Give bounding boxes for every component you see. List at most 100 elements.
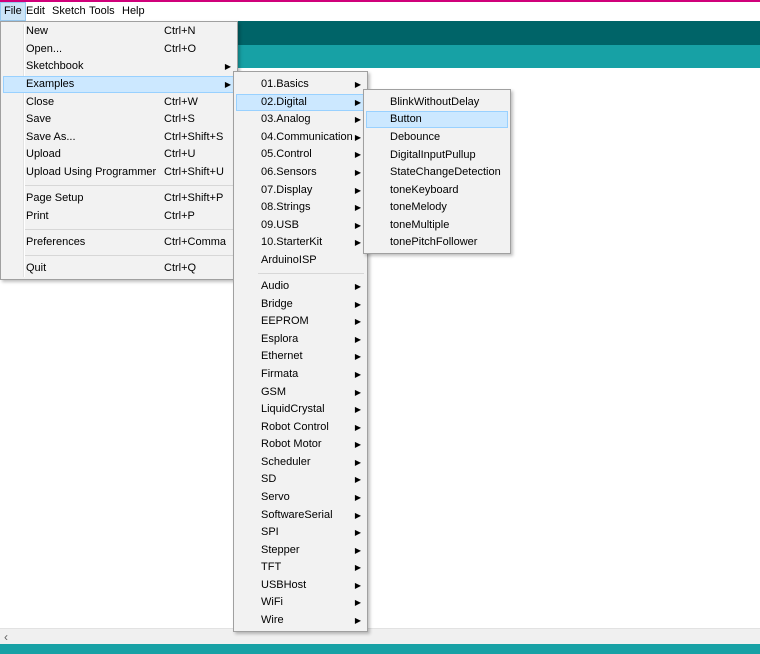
menu-item-quit[interactable]: Quit Ctrl+Q — [3, 260, 235, 277]
examples-item[interactable]: EEPROM ▶ — [236, 313, 365, 330]
examples-item[interactable]: SoftwareSerial ▶ — [236, 507, 365, 524]
examples-item[interactable]: ArduinoISP — [236, 252, 365, 269]
menu-item-print[interactable]: Print Ctrl+P — [3, 208, 235, 225]
menu-item-label: tonePitchFollower — [390, 236, 478, 248]
examples-item[interactable]: 02.Digital ▶ — [236, 94, 365, 111]
digital-example-item[interactable]: Button — [366, 111, 508, 128]
submenu-arrow-icon: ▶ — [354, 388, 361, 397]
menu-item-shortcut: Ctrl+U — [164, 148, 196, 160]
menu-item-upload[interactable]: Upload Ctrl+U — [3, 146, 235, 163]
menu-edit[interactable]: Edit — [22, 2, 49, 21]
examples-item[interactable]: SD ▶ — [236, 471, 365, 488]
examples-menu: 01.Basics ▶ 02.Digital ▶ 03.Analog ▶ 04.Com… — [233, 71, 368, 632]
submenu-arrow-icon: ▶ — [354, 423, 361, 432]
submenu-arrow-icon: ▶ — [354, 282, 361, 291]
examples-item[interactable]: LiquidCrystal ▶ — [236, 401, 365, 418]
menu-item-page-setup[interactable]: Page Setup Ctrl+Shift+P — [3, 190, 235, 207]
examples-item[interactable]: WiFi ▶ — [236, 594, 365, 611]
digital-example-item[interactable]: toneKeyboard — [366, 182, 508, 199]
menu-item-label: StateChangeDetection — [390, 166, 501, 178]
menu-item-save-as[interactable]: Save As... Ctrl+Shift+S — [3, 129, 235, 146]
menu-item-label: toneKeyboard — [390, 184, 459, 196]
menu-item-label: Robot Control — [261, 421, 329, 433]
submenu-arrow-icon: ▶ — [224, 80, 231, 89]
examples-item[interactable]: Wire ▶ — [236, 612, 365, 629]
submenu-arrow-icon: ▶ — [354, 405, 361, 414]
menu-item-preferences[interactable]: Preferences Ctrl+Comma — [3, 234, 235, 251]
menu-item-upload-programmer[interactable]: Upload Using Programmer Ctrl+Shift+U — [3, 164, 235, 181]
submenu-arrow-icon: ▶ — [354, 300, 361, 309]
examples-item[interactable]: Servo ▶ — [236, 489, 365, 506]
examples-item[interactable]: Ethernet ▶ — [236, 348, 365, 365]
menu-item-open[interactable]: Open... Ctrl+O — [3, 41, 235, 58]
examples-item[interactable]: 07.Display ▶ — [236, 182, 365, 199]
digital-example-item[interactable]: tonePitchFollower — [366, 234, 508, 251]
examples-item[interactable]: Robot Control ▶ — [236, 419, 365, 436]
submenu-arrow-icon: ▶ — [354, 150, 361, 159]
submenu-arrow-icon: ▶ — [354, 186, 361, 195]
digital-example-item[interactable]: BlinkWithoutDelay — [366, 94, 508, 111]
menu-tools[interactable]: Tools — [85, 2, 119, 21]
examples-item[interactable]: Robot Motor ▶ — [236, 436, 365, 453]
examples-item[interactable]: 03.Analog ▶ — [236, 111, 365, 128]
scroll-left-icon[interactable]: ‹ — [4, 630, 8, 644]
digital-example-item[interactable]: StateChangeDetection — [366, 164, 508, 181]
menu-item-label: Open... — [26, 43, 63, 55]
examples-item[interactable]: 08.Strings ▶ — [236, 199, 365, 216]
submenu-arrow-icon: ▶ — [224, 62, 231, 71]
digital-example-item[interactable]: Debounce — [366, 129, 508, 146]
menu-separator — [25, 255, 234, 256]
examples-item[interactable]: TFT ▶ — [236, 559, 365, 576]
menu-item-examples[interactable]: Examples ▶ — [3, 76, 235, 93]
examples-item[interactable]: USBHost ▶ — [236, 577, 365, 594]
examples-item[interactable]: Audio ▶ — [236, 278, 365, 295]
submenu-arrow-icon: ▶ — [354, 221, 361, 230]
menu-item-label: 02.Digital — [261, 96, 307, 108]
menu-item-label: LiquidCrystal — [261, 403, 325, 415]
menu-item-label: DigitalInputPullup — [390, 149, 476, 161]
menu-item-label: ArduinoISP — [261, 254, 317, 266]
submenu-arrow-icon: ▶ — [354, 546, 361, 555]
menu-item-label: Firmata — [261, 368, 299, 380]
examples-item[interactable]: Firmata ▶ — [236, 366, 365, 383]
menu-item-new[interactable]: New Ctrl+N — [3, 23, 235, 40]
examples-item[interactable]: Esplora ▶ — [236, 331, 365, 348]
digital-example-item[interactable]: toneMelody — [366, 199, 508, 216]
menu-separator — [258, 273, 364, 274]
submenu-arrow-icon: ▶ — [354, 203, 361, 212]
menu-sketch[interactable]: Sketch — [48, 2, 90, 21]
examples-item[interactable]: GSM ▶ — [236, 384, 365, 401]
submenu-arrow-icon: ▶ — [354, 317, 361, 326]
menu-item-close[interactable]: Close Ctrl+W — [3, 94, 235, 111]
examples-item[interactable]: 06.Sensors ▶ — [236, 164, 365, 181]
menu-item-save[interactable]: Save Ctrl+S — [3, 111, 235, 128]
examples-item[interactable]: 10.StarterKit ▶ — [236, 234, 365, 251]
menu-item-sketchbook[interactable]: Sketchbook ▶ — [3, 58, 235, 75]
menu-item-label: GSM — [261, 386, 287, 398]
digital-example-item[interactable]: DigitalInputPullup — [366, 147, 508, 164]
submenu-arrow-icon: ▶ — [354, 475, 361, 484]
examples-item[interactable]: SPI ▶ — [236, 524, 365, 541]
digital-example-item[interactable]: toneMultiple — [366, 217, 508, 234]
submenu-arrow-icon: ▶ — [354, 98, 361, 107]
menu-item-shortcut: Ctrl+P — [164, 210, 195, 222]
submenu-arrow-icon: ▶ — [354, 563, 361, 572]
menu-item-label: 05.Control — [261, 148, 312, 160]
menu-help[interactable]: Help — [118, 2, 149, 21]
submenu-arrow-icon: ▶ — [354, 598, 361, 607]
menu-item-label: Examples — [26, 78, 75, 90]
horizontal-scrollbar[interactable]: ‹ — [0, 628, 760, 644]
examples-item[interactable]: 04.Communication ▶ — [236, 129, 365, 146]
examples-item[interactable]: 01.Basics ▶ — [236, 76, 365, 93]
examples-item[interactable]: Stepper ▶ — [236, 542, 365, 559]
examples-item[interactable]: 09.USB ▶ — [236, 217, 365, 234]
submenu-arrow-icon: ▶ — [354, 168, 361, 177]
submenu-arrow-icon: ▶ — [354, 133, 361, 142]
examples-item[interactable]: Bridge ▶ — [236, 296, 365, 313]
examples-item[interactable]: Scheduler ▶ — [236, 454, 365, 471]
examples-item[interactable]: 05.Control ▶ — [236, 146, 365, 163]
menu-item-label: BlinkWithoutDelay — [390, 96, 480, 108]
submenu-arrow-icon: ▶ — [354, 528, 361, 537]
menu-item-label: toneMultiple — [390, 219, 450, 231]
menu-item-label: SPI — [261, 526, 279, 538]
